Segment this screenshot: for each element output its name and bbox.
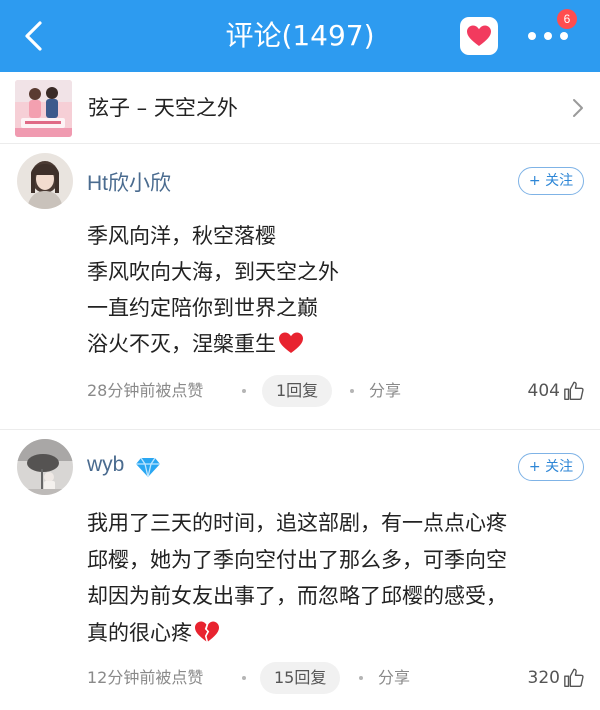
comment-text: 季风向洋，秋空落樱 季风吹向大海，到天空之外 一直约定陪你到世界之巅 浴火不灭，… [87, 218, 339, 362]
separator-dot [350, 389, 354, 393]
comment-item: wyb + 关注 我用了三天的时间，追这部剧，有一点点心疼 邱樱，她为了季向空付… [0, 431, 600, 710]
share-button[interactable]: 分享 [378, 662, 410, 694]
thumbs-up-icon [564, 668, 584, 687]
comment-item: Ht欣小欣 + 关注 季风向洋，秋空落樱 季风吹向大海，到天空之外 一直约定陪你… [0, 145, 600, 430]
separator-dot [359, 676, 363, 680]
username[interactable]: wyb [87, 453, 124, 477]
comment-line: 却因为前女友出事了，而忽略了邱樱的感受， [87, 584, 507, 608]
comment-line: 真的很心疼 [87, 615, 507, 652]
avatar[interactable] [17, 153, 73, 209]
comment-line: 邱樱，她为了季向空付出了那么多，可季向空 [87, 547, 507, 572]
separator-dot [242, 389, 246, 393]
diamond-badge-icon [135, 456, 161, 478]
comment-text: 我用了三天的时间，追这部剧，有一点点心疼 邱樱，她为了季向空付出了那么多，可季向… [87, 505, 507, 651]
heart-icon [467, 25, 491, 46]
comment-line: 浴火不灭，涅槃重生 [87, 326, 339, 362]
comment-meta: 12分钟前被点赞 15回复 分享 [87, 662, 427, 694]
like-time: 28分钟前被点赞 [87, 381, 204, 400]
top-bar: 评论(1497) 6 [0, 0, 600, 72]
comment-line: 季风吹向大海，到天空之外 [87, 260, 339, 284]
broken-heart-icon [194, 619, 220, 643]
song-row[interactable]: 弦子 – 天空之外 [0, 72, 600, 144]
username[interactable]: Ht欣小欣 [87, 167, 171, 197]
like-count: 404 [527, 381, 560, 401]
notification-badge: 6 [557, 9, 577, 29]
reply-button[interactable]: 1回复 [262, 375, 333, 407]
follow-button[interactable]: + 关注 [518, 167, 584, 195]
like-button[interactable]: 320 [528, 662, 585, 694]
like-button[interactable]: 404 [528, 375, 585, 407]
song-title: 弦子 – 天空之外 [88, 96, 238, 120]
comment-line: 我用了三天的时间，追这部剧，有一点点心疼 [87, 511, 507, 535]
comment-line-text: 真的很心疼 [87, 620, 192, 645]
album-cover-image [15, 80, 72, 137]
page-title: 评论(1497) [225, 19, 375, 52]
separator-dot [242, 676, 246, 680]
follow-button[interactable]: + 关注 [518, 453, 584, 481]
like-time: 12分钟前被点赞 [87, 668, 204, 687]
comment-line: 一直约定陪你到世界之巅 [87, 296, 318, 320]
reply-button[interactable]: 15回复 [260, 662, 341, 694]
chevron-right-icon [568, 97, 588, 119]
share-button[interactable]: 分享 [369, 375, 401, 407]
comment-line-text: 浴火不灭，涅槃重生 [87, 332, 276, 356]
like-count: 320 [527, 668, 560, 688]
heart-share-button[interactable] [460, 17, 498, 55]
comment-meta: 28分钟前被点赞 1回复 分享 [87, 375, 417, 407]
comment-line: 季风向洋，秋空落樱 [87, 224, 276, 248]
avatar[interactable] [17, 439, 73, 495]
thumbs-up-icon [564, 381, 584, 400]
red-heart-icon [278, 330, 304, 354]
